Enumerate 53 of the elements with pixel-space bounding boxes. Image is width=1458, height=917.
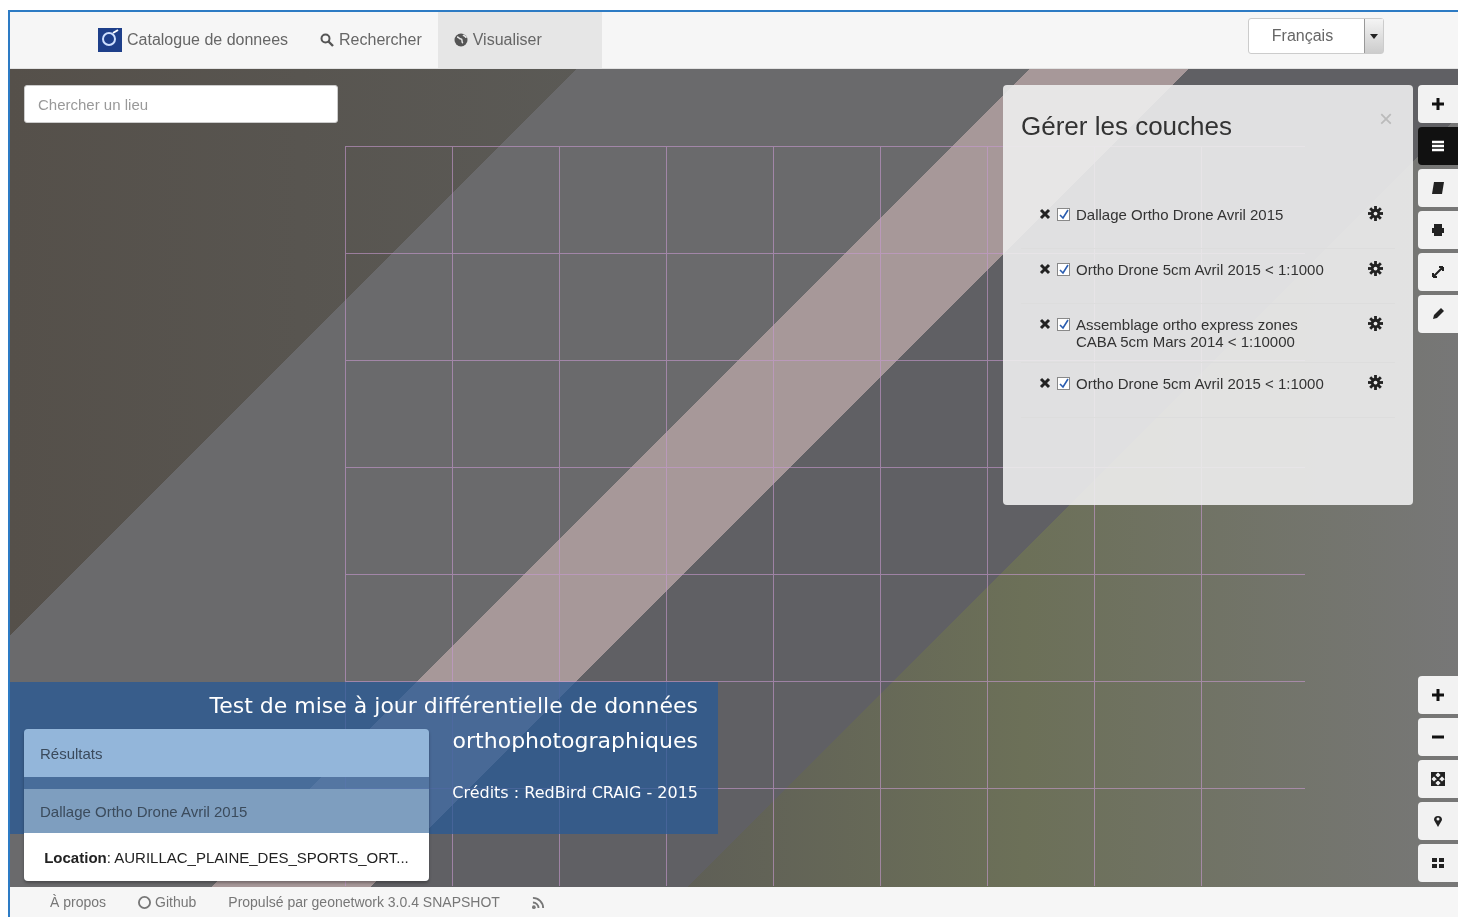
result-row[interactable]: Dallage Ortho Drone Avril 2015 [24,789,429,833]
caret-icon [1370,33,1378,39]
print-button[interactable] [1418,211,1458,249]
remove-icon[interactable] [1039,377,1051,389]
logo-icon [98,28,122,52]
layers-button[interactable] [1418,127,1458,165]
brand-link[interactable]: Catalogue de donnees [82,12,305,68]
contexts-button[interactable] [1418,169,1458,207]
plus-icon [1431,97,1445,111]
nav-tab[interactable]: Rechercher [304,12,438,68]
full-extent-button[interactable] [1418,760,1458,798]
layer-name: Dallage Ortho Drone Avril 2015 [1076,206,1285,223]
background-layers-button[interactable] [1418,844,1458,882]
result-item[interactable]: Dallage Ortho Drone Avril 2015 [40,802,248,820]
layer-checkbox[interactable] [1057,377,1070,390]
rss-icon[interactable] [531,895,545,909]
gear-icon[interactable] [1368,316,1383,331]
layer-checkbox[interactable] [1057,318,1070,331]
footer-link[interactable]: À propos [50,894,107,910]
remove-icon[interactable] [1039,208,1051,220]
remove-icon[interactable] [1039,263,1051,275]
gear-icon[interactable] [1368,261,1383,276]
nav-tab[interactable]: Visualiser [437,12,602,68]
remove-icon[interactable] [1039,318,1051,330]
add-layer-button[interactable] [1418,85,1458,123]
search-icon [320,33,335,47]
layer-name: Ortho Drone 5cm Avril 2015 < 1:1000 [1076,261,1325,278]
layers-icon [1431,139,1445,153]
draw-button[interactable] [1418,295,1458,333]
caption-credits: Crédits : RedBird CRAIG - 2015 [452,783,698,802]
results-heading: Résultats [24,729,429,777]
locate-button[interactable] [1418,802,1458,840]
layer-name: Assemblage ortho express zones CABA 5cm Mars 2014 < 1:10000 [1076,316,1299,350]
gear-icon[interactable] [1368,206,1383,221]
zoom-in-button[interactable] [1418,676,1458,714]
resize-arrows-icon [1431,265,1445,279]
place-search-field[interactable]: Chercher un lieu [24,85,338,123]
layer-name: Ortho Drone 5cm Avril 2015 < 1:1000 [1076,375,1325,392]
layer-checkbox[interactable] [1057,208,1070,221]
grid-icon [1431,856,1445,870]
globe-icon [453,33,468,47]
plus-icon [1431,688,1445,702]
footer-link[interactable]: Propulsé par geonetwork 3.0.4 SNAPSHOT [228,894,500,910]
footer-link[interactable]: Github [138,894,197,910]
layer-checkbox[interactable] [1057,263,1070,276]
gear-icon[interactable] [1368,375,1383,390]
location-text: Location: AURILLAC_PLAINE_DES_SPORTS_ORT... [24,833,429,881]
pencil-icon [1431,307,1445,321]
github-icon [138,895,152,909]
map-pin-icon [1431,814,1445,828]
language-select[interactable]: Français [1248,18,1384,54]
panel-title: Gérer les couches [1021,111,1232,142]
measure-button[interactable] [1418,253,1458,291]
